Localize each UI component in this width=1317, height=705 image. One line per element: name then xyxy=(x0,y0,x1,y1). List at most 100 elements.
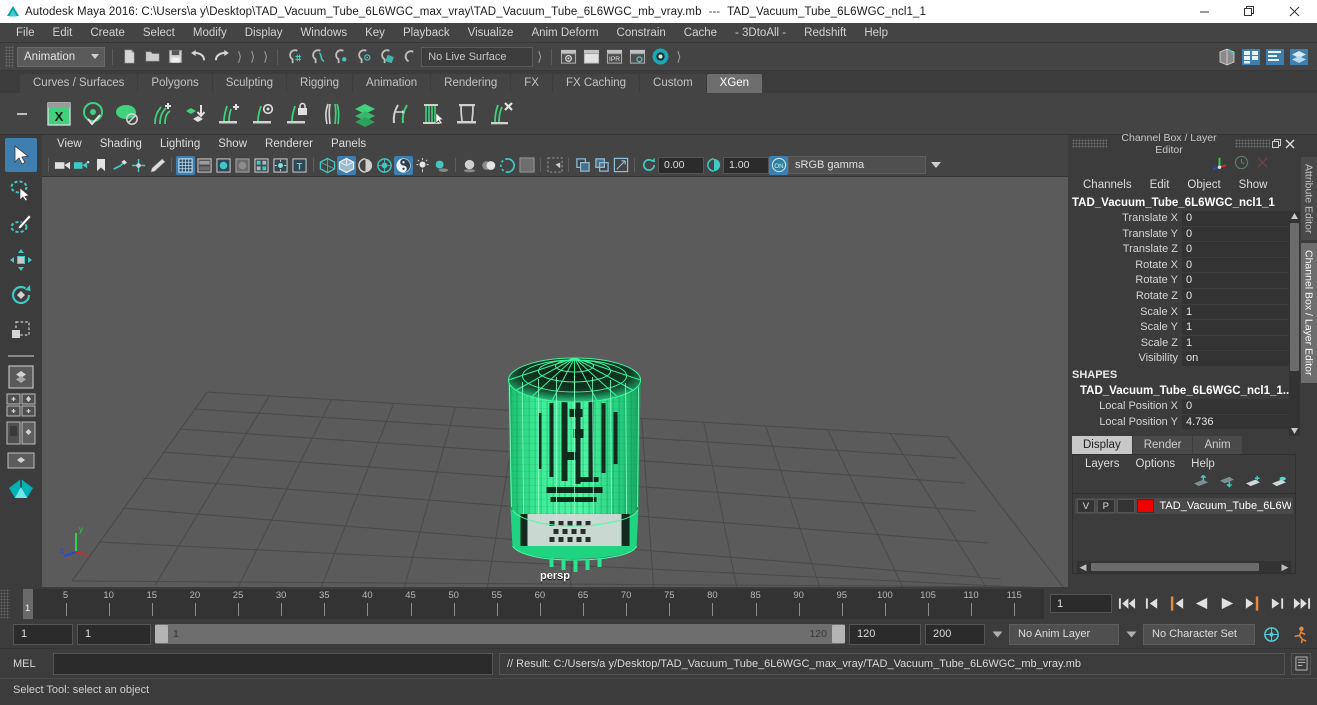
menu-select[interactable]: Select xyxy=(134,23,184,43)
attr-value[interactable]: 0 xyxy=(1182,211,1300,227)
layer-row[interactable]: V P TAD_Vacuum_Tube_6L6W xyxy=(1075,498,1293,515)
select-tool-button[interactable] xyxy=(5,138,37,172)
selection-mask-expander-2-icon[interactable]: ⟩ xyxy=(246,49,259,65)
channel-row-scale-y[interactable]: Scale Y 1 xyxy=(1068,320,1300,336)
step-back-frame-icon[interactable] xyxy=(1166,593,1188,615)
range-end-handle[interactable] xyxy=(832,625,845,643)
attr-value[interactable]: 0 xyxy=(1182,288,1300,305)
layer-menu-help[interactable]: Help xyxy=(1183,455,1223,473)
time-slider-grip[interactable] xyxy=(0,588,10,619)
menu-windows[interactable]: Windows xyxy=(291,23,356,43)
status-line-grip[interactable] xyxy=(5,45,14,68)
anim-start-field[interactable]: 1 xyxy=(77,623,151,645)
depth-of-field-icon[interactable] xyxy=(517,156,536,175)
viewport-menu-renderer[interactable]: Renderer xyxy=(256,135,322,154)
menu-anim-deform[interactable]: Anim Deform xyxy=(522,23,607,43)
snap-to-projected-center-icon[interactable] xyxy=(352,46,375,68)
shelf-tab-custom[interactable]: Custom xyxy=(640,74,706,93)
menu-key[interactable]: Key xyxy=(356,23,394,43)
xgen-lock-guides-icon[interactable] xyxy=(280,97,314,131)
layer-color-swatch[interactable] xyxy=(1136,499,1154,514)
move-axis-gizmo-icon[interactable] xyxy=(1211,154,1228,174)
channel-row-local-position-y[interactable]: Local Position Y 4.736 xyxy=(1068,414,1300,431)
hypershade-icon[interactable] xyxy=(649,46,672,68)
shelf-options-handle[interactable] xyxy=(2,107,42,121)
panel-close-icon[interactable] xyxy=(1283,137,1296,150)
render-current-frame-icon[interactable] xyxy=(557,46,580,68)
use-all-lights-icon[interactable] xyxy=(271,156,290,175)
redo-previous-render-icon[interactable] xyxy=(580,46,603,68)
range-slider-bar[interactable]: 1 120 xyxy=(155,624,845,644)
attr-value[interactable]: 0 xyxy=(1182,273,1300,289)
selection-mask-expander-1-icon[interactable]: ⟩ xyxy=(233,49,246,65)
range-end-field[interactable]: 120 xyxy=(849,623,921,645)
xray-mode-icon[interactable] xyxy=(318,156,337,175)
xgen-select-guides-icon[interactable] xyxy=(416,97,450,131)
show-hide-attribute-editor-icon[interactable] xyxy=(1239,45,1263,69)
new-layer-from-selected-icon[interactable] xyxy=(1271,475,1287,491)
layout-two-pane-button[interactable] xyxy=(4,420,38,446)
camera-attributes-icon[interactable] xyxy=(72,156,91,175)
live-surface-field[interactable]: No Live Surface xyxy=(421,46,534,67)
smooth-shade-all-icon[interactable] xyxy=(195,156,214,175)
exposure-reset-icon[interactable] xyxy=(639,156,658,175)
snap-to-curve-icon[interactable] xyxy=(306,46,329,68)
shaded-wireframe-icon[interactable] xyxy=(233,156,252,175)
vtab-attribute-editor[interactable]: Attribute Editor xyxy=(1300,157,1317,241)
channel-box-menu-show[interactable]: Show xyxy=(1230,176,1277,195)
color-management-toggle-icon[interactable]: ON xyxy=(769,155,788,175)
snap-to-point-icon[interactable] xyxy=(329,46,352,68)
menu-display[interactable]: Display xyxy=(236,23,292,43)
panel-reset-view-icon[interactable] xyxy=(611,156,630,175)
close-button[interactable] xyxy=(1272,0,1317,23)
range-start-handle[interactable] xyxy=(155,625,168,643)
xgen-mask-icon[interactable] xyxy=(450,97,484,131)
snap-to-view-plane-icon[interactable] xyxy=(375,46,398,68)
menu-visualize[interactable]: Visualize xyxy=(459,23,523,43)
open-scene-icon[interactable] xyxy=(141,46,164,68)
menu-help[interactable]: Help xyxy=(855,23,897,43)
xgen-guide-visibility-icon[interactable] xyxy=(246,97,280,131)
grease-pencil-icon[interactable] xyxy=(148,156,167,175)
scroll-left-arrow-icon[interactable]: ◀ xyxy=(1077,562,1089,573)
channel-row-scale-x[interactable]: Scale X 1 xyxy=(1068,304,1300,321)
viewport-canvas[interactable]: y z x persp xyxy=(42,177,1068,587)
display-textures-icon[interactable] xyxy=(394,155,413,175)
scroll-right-arrow-icon[interactable]: ▶ xyxy=(1279,562,1291,573)
time-slider[interactable]: 1 5 10 15 20 25 30 35 40 45 50 55 60 65 70 75 80 85 90 95 1… xyxy=(23,588,1044,619)
xgen-disable-icon[interactable] xyxy=(110,97,144,131)
snap-to-grid-icon[interactable] xyxy=(283,46,306,68)
channel-row-local-position-x[interactable]: Local Position X 0 xyxy=(1068,398,1300,415)
shelf-tab-polygons[interactable]: Polygons xyxy=(138,74,212,93)
viewport-menu-show[interactable]: Show xyxy=(209,135,256,154)
menu-edit[interactable]: Edit xyxy=(44,23,82,43)
restore-button[interactable] xyxy=(1227,0,1272,23)
channel-row-translate-y[interactable]: Translate Y 0 xyxy=(1068,226,1300,243)
paint-select-tool-button[interactable] xyxy=(5,208,37,242)
channel-box-menu-edit[interactable]: Edit xyxy=(1141,176,1179,195)
layer-list[interactable]: V P TAD_Vacuum_Tube_6L6W xyxy=(1073,493,1295,562)
layer-visibility-toggle[interactable]: V xyxy=(1077,499,1095,514)
render-settings-icon[interactable] xyxy=(626,46,649,68)
screen-space-ao-icon[interactable] xyxy=(460,156,479,175)
menu-cache[interactable]: Cache xyxy=(675,23,726,43)
menu-create[interactable]: Create xyxy=(81,23,134,43)
textured-shading-icon[interactable] xyxy=(252,156,271,175)
shelf-tab-animation[interactable]: Animation xyxy=(353,74,431,93)
smooth-shade-selected-icon[interactable] xyxy=(214,156,233,175)
play-forwards-icon[interactable] xyxy=(1216,593,1238,615)
current-time-indicator[interactable]: 1 xyxy=(23,588,33,619)
character-set-icon[interactable] xyxy=(1287,622,1311,646)
move-tool-button[interactable] xyxy=(5,243,37,277)
channel-box-scroll-thumb[interactable] xyxy=(1290,223,1299,371)
channel-box-menu-channels[interactable]: Channels xyxy=(1074,176,1141,195)
menu-set-selector[interactable]: Animation xyxy=(17,46,105,67)
exposure-toggle-icon[interactable] xyxy=(375,156,394,175)
render-expander-icon[interactable]: ⟩ xyxy=(672,49,685,65)
panel-drag-handle[interactable] xyxy=(1072,139,1108,148)
panel-drag-handle-right[interactable] xyxy=(1234,139,1270,148)
command-language-label[interactable]: MEL xyxy=(13,658,47,670)
save-scene-icon[interactable] xyxy=(164,46,187,68)
menu-3dtoall[interactable]: - 3DtoAll - xyxy=(726,23,795,43)
tab-anim-layers[interactable]: Anim xyxy=(1193,436,1242,455)
